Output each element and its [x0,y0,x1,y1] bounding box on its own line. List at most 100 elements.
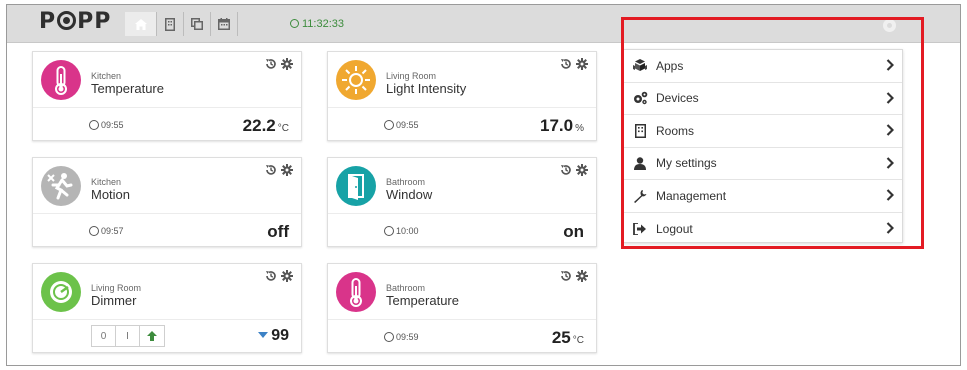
wrench-icon [632,189,648,203]
gears-icon [632,91,648,105]
history-icon[interactable] [560,58,572,70]
card-value-number: 22.2 [242,116,276,135]
dimmer-level: 99 [258,327,289,345]
card-title: Temperature [91,81,164,96]
card-tools [265,58,293,70]
building-icon [165,17,175,31]
dimmer-up-button[interactable] [140,326,164,346]
menu-item-logout[interactable]: Logout [624,213,902,246]
menu-item-rooms[interactable]: Rooms [624,115,902,148]
clock-time: 11:32:33 [302,18,345,30]
menu-item-management[interactable]: Management [624,180,902,213]
history-icon[interactable] [265,164,277,176]
card-footer: 10:00 on [328,213,596,246]
card-title: Motion [91,187,131,202]
app-window: P PP 11:32:33 Kitchen Temperature 09:55 … [6,4,961,366]
history-icon[interactable] [265,58,277,70]
gear-icon[interactable] [281,270,293,282]
thermometer-icon [336,272,376,312]
card-time-text: 09:57 [101,226,124,236]
card-room: Kitchen [91,177,122,187]
menu-item-label: My settings [656,156,717,171]
menu-item-label: Apps [656,58,684,73]
card-time-text: 10:00 [396,226,419,236]
chevron-right-icon [886,59,894,71]
settings-gear-icon[interactable] [883,19,896,32]
sun-icon [336,60,376,100]
nav-group [125,12,238,38]
card-footer: 0 I 99 [33,319,301,352]
card-value: 22.2 °C [243,116,289,136]
menu-item-label: Management [656,188,727,203]
card-room: Kitchen [91,71,122,81]
gear-icon[interactable] [281,58,293,70]
history-icon[interactable] [265,270,277,282]
card-time: 09:55 [89,120,124,130]
menu-item-apps[interactable]: Apps [624,50,902,83]
chevron-right-icon [886,156,894,169]
widget-card: Living Room Light Intensity 09:55 17.0% [327,51,597,141]
card-value: 17.0% [540,116,584,136]
menu-item-devices[interactable]: Devices [624,83,902,115]
card-tools [265,164,293,176]
widget-card: Living Room Dimmer 0 I 99 [32,263,302,353]
card-footer: 09:59 25 °C [328,319,596,352]
menu-item-label: Devices [656,91,699,106]
motion-icon [41,166,81,206]
card-room: Living Room [91,283,142,293]
menu-item-my-settings[interactable]: My settings [624,148,902,180]
clock-icon [290,19,299,28]
card-time: 09:57 [89,226,124,236]
clock-icon [384,332,394,342]
card-title: Dimmer [91,293,137,308]
nav-events-button[interactable] [211,12,238,36]
popp-logo[interactable]: P PP [39,9,111,34]
history-icon[interactable] [560,270,572,282]
user-icon [632,156,648,170]
card-room: Living Room [386,71,437,81]
card-footer: 09:55 17.0% [328,107,596,140]
chevron-right-icon [886,189,894,201]
card-value-number: off [267,222,289,241]
chevron-right-icon [886,221,894,234]
nav-home-button[interactable] [125,12,157,36]
gear-icon[interactable] [576,58,588,70]
dimmer-off-button[interactable]: 0 [92,326,116,346]
gear-icon[interactable] [576,270,588,282]
card-time-text: 09:55 [101,120,124,130]
chevron-right-icon [886,91,894,104]
history-icon[interactable] [560,164,572,176]
card-time: 09:59 [384,332,419,342]
card-title: Window [386,187,433,202]
arrow-up-icon [147,331,157,341]
card-footer: 09:55 22.2 °C [33,107,301,140]
card-tools [560,58,588,70]
dimmer-on-button[interactable]: I [116,326,140,346]
clock-display: 11:32:33 [290,18,344,30]
home-icon [134,18,147,30]
card-value-number: on [563,222,584,241]
card-time-text: 09:55 [396,120,419,130]
nav-rooms-button[interactable] [157,12,184,36]
clock-icon [89,226,99,236]
caret-down-icon [258,332,269,338]
card-unit: % [575,123,584,134]
clock-icon [384,120,394,130]
nav-devices-button[interactable] [184,12,211,36]
menu-item-label: Logout [656,221,693,236]
card-time-text: 09:59 [396,332,419,342]
gear-icon[interactable] [576,164,588,176]
card-tools [560,164,588,176]
widget-card: Kitchen Temperature 09:55 22.2 °C [32,51,302,141]
card-value-number: 17.0 [540,116,574,135]
card-value: off [267,222,289,242]
chevron-right-icon [886,124,894,136]
widget-card: Kitchen Motion 09:57 off [32,157,302,247]
card-title: Light Intensity [386,81,467,96]
card-value: 25 °C [552,328,584,348]
card-unit: °C [572,335,584,346]
apps-icon [632,59,648,73]
gear-icon[interactable] [281,164,293,176]
settings-dropdown-menu: Apps Devices Rooms My settings Managemen… [623,49,903,243]
clock-icon [384,226,394,236]
